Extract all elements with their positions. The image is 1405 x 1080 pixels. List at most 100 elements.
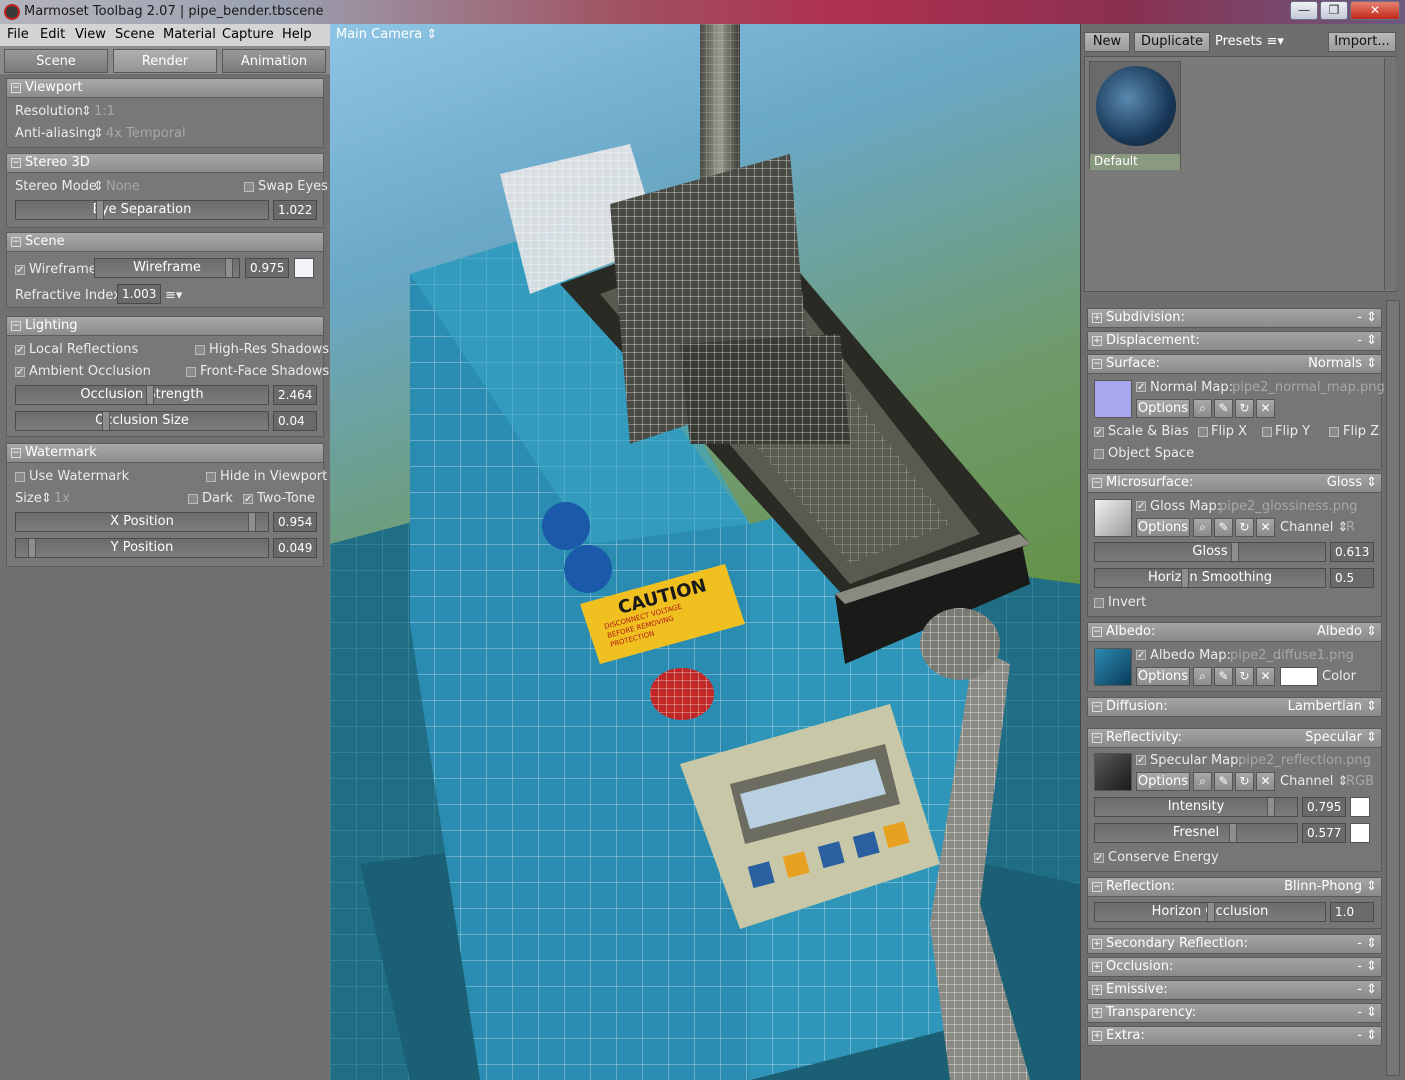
slider-knob[interactable] — [1181, 569, 1189, 587]
wireframe-value-input[interactable]: 0.975 — [245, 258, 289, 278]
slider-knob[interactable] — [1229, 824, 1237, 842]
albedo-map-checkbox[interactable]: ✓ — [1136, 650, 1146, 661]
edit-icon[interactable]: ✎ — [1214, 772, 1233, 791]
edit-icon[interactable]: ✎ — [1214, 399, 1233, 418]
size-select[interactable]: 1x — [54, 491, 70, 506]
gloss-slider[interactable]: Gloss — [1094, 542, 1326, 562]
clear-icon[interactable]: ✕ — [1256, 399, 1275, 418]
albedo-map-thumbnail[interactable] — [1094, 648, 1132, 686]
gloss-map-thumbnail[interactable] — [1094, 499, 1132, 537]
edit-icon[interactable]: ✎ — [1214, 518, 1233, 537]
two-tone-checkbox[interactable]: ✓ — [243, 494, 253, 505]
eye-separation-input[interactable]: 1.022 — [273, 200, 317, 220]
menu-dropdown-icon[interactable]: ≡▾ — [165, 288, 182, 303]
slider-knob[interactable] — [1267, 798, 1275, 816]
camera-selector[interactable]: Main Camera ⇕ — [336, 27, 437, 42]
section-microsurface[interactable]: − Microsurface: Gloss ⇕ — [1087, 473, 1382, 493]
normal-map-thumbnail[interactable] — [1094, 380, 1132, 418]
x-position-slider[interactable]: X Position — [15, 512, 269, 532]
presets-menu[interactable]: Presets ≡▾ — [1215, 34, 1284, 49]
tab-animation[interactable]: Animation — [222, 49, 326, 73]
y-position-input[interactable]: 0.049 — [273, 538, 317, 558]
properties-scrollbar[interactable] — [1386, 300, 1400, 1076]
horizon-smoothing-slider[interactable]: Horizon Smoothing — [1094, 568, 1326, 588]
section-surface[interactable]: − Surface: Normals ⇕ — [1087, 354, 1382, 374]
high-res-shadows-checkbox[interactable] — [195, 345, 205, 355]
fresnel-color-swatch[interactable] — [1350, 823, 1370, 843]
3d-viewport[interactable]: CAUTION DISCONNECT VOLTAGE BEFORE REMOVI… — [330, 24, 1080, 1080]
microsurface-options-button[interactable]: Options — [1136, 518, 1190, 537]
menu-edit[interactable]: Edit — [40, 27, 65, 42]
search-icon[interactable]: ⌕ — [1193, 772, 1212, 791]
slider-knob[interactable] — [146, 386, 154, 404]
menu-help[interactable]: Help — [282, 27, 312, 42]
flip-z-checkbox[interactable] — [1329, 427, 1339, 437]
conserve-energy-checkbox[interactable]: ✓ — [1094, 853, 1104, 864]
slider-knob[interactable] — [96, 201, 104, 219]
horizon-occlusion-input[interactable]: 1.0 — [1330, 902, 1374, 922]
section-occlusion[interactable]: + Occlusion: - ⇕ — [1087, 957, 1382, 977]
duplicate-material-button[interactable]: Duplicate — [1134, 32, 1210, 52]
clear-icon[interactable]: ✕ — [1256, 667, 1275, 686]
albedo-color-swatch[interactable] — [1280, 667, 1318, 686]
occlusion-strength-slider[interactable]: Occlusion Strength — [15, 385, 269, 405]
y-position-slider[interactable]: Y Position — [15, 538, 269, 558]
wireframe-checkbox[interactable]: ✓ — [15, 265, 25, 276]
minimize-button[interactable]: — — [1290, 1, 1318, 20]
ambient-occlusion-checkbox[interactable]: ✓ — [15, 367, 25, 378]
slider-knob[interactable] — [248, 513, 256, 531]
slider-knob[interactable] — [28, 539, 36, 557]
specular-map-checkbox[interactable]: ✓ — [1136, 755, 1146, 766]
normal-map-checkbox[interactable]: ✓ — [1136, 382, 1146, 393]
material-thumbnail[interactable]: Default — [1089, 61, 1181, 170]
material-list-scrollbar[interactable] — [1384, 58, 1396, 290]
clear-icon[interactable]: ✕ — [1256, 518, 1275, 537]
horizon-occlusion-slider[interactable]: Horizon Occlusion — [1094, 902, 1326, 922]
reflectivity-options-button[interactable]: Options — [1136, 772, 1190, 791]
search-icon[interactable]: ⌕ — [1193, 399, 1212, 418]
section-emissive[interactable]: + Emissive: - ⇕ — [1087, 980, 1382, 1000]
intensity-slider[interactable]: Intensity — [1094, 797, 1298, 817]
intensity-input[interactable]: 0.795 — [1302, 797, 1346, 817]
section-secondary-reflection[interactable]: + Secondary Reflection: - ⇕ — [1087, 934, 1382, 954]
new-material-button[interactable]: New — [1084, 32, 1130, 52]
specular-map-thumbnail[interactable] — [1094, 753, 1132, 791]
occlusion-size-slider[interactable]: Occlusion Size — [15, 411, 269, 431]
hide-in-viewport-checkbox[interactable] — [206, 472, 216, 482]
section-reflectivity[interactable]: − Reflectivity: Specular ⇕ — [1087, 728, 1382, 748]
eye-separation-slider[interactable]: Eye Separation — [15, 200, 269, 220]
section-viewport[interactable]: − Viewport — [6, 78, 324, 98]
dark-checkbox[interactable] — [188, 494, 198, 504]
tab-render[interactable]: Render — [113, 49, 217, 73]
section-displacement[interactable]: + Displacement: - ⇕ — [1087, 331, 1382, 351]
menu-capture[interactable]: Capture — [222, 27, 274, 42]
edit-icon[interactable]: ✎ — [1214, 667, 1233, 686]
menu-view[interactable]: View — [75, 27, 106, 42]
stereo-mode-select[interactable]: None — [106, 179, 140, 194]
reload-icon[interactable]: ↻ — [1235, 772, 1254, 791]
slider-knob[interactable] — [1207, 903, 1215, 921]
scale-bias-checkbox[interactable]: ✓ — [1094, 427, 1104, 438]
wireframe-slider[interactable]: Wireframe — [94, 258, 240, 278]
reload-icon[interactable]: ↻ — [1235, 518, 1254, 537]
resolution-select[interactable]: 1:1 — [94, 104, 115, 119]
menu-file[interactable]: File — [7, 27, 29, 42]
material-name[interactable]: Default — [1090, 154, 1180, 170]
section-lighting[interactable]: − Lighting — [6, 316, 324, 336]
flip-x-checkbox[interactable] — [1198, 427, 1208, 437]
section-albedo[interactable]: − Albedo: Albedo ⇕ — [1087, 622, 1382, 642]
gloss-input[interactable]: 0.613 — [1330, 542, 1374, 562]
close-button[interactable]: ✕ — [1350, 1, 1400, 20]
section-reflection[interactable]: − Reflection: Blinn-Phong ⇕ — [1087, 877, 1382, 897]
surface-options-button[interactable]: Options — [1136, 399, 1190, 418]
import-button[interactable]: Import... — [1328, 32, 1396, 52]
intensity-color-swatch[interactable] — [1350, 797, 1370, 817]
section-stereo[interactable]: − Stereo 3D — [6, 153, 324, 173]
menu-scene[interactable]: Scene — [115, 27, 155, 42]
section-scene[interactable]: − Scene — [6, 232, 324, 252]
reload-icon[interactable]: ↻ — [1235, 667, 1254, 686]
slider-knob[interactable] — [1231, 543, 1239, 561]
fresnel-input[interactable]: 0.577 — [1302, 823, 1346, 843]
local-reflections-checkbox[interactable]: ✓ — [15, 345, 25, 356]
gloss-channel-select[interactable]: R — [1346, 520, 1355, 535]
